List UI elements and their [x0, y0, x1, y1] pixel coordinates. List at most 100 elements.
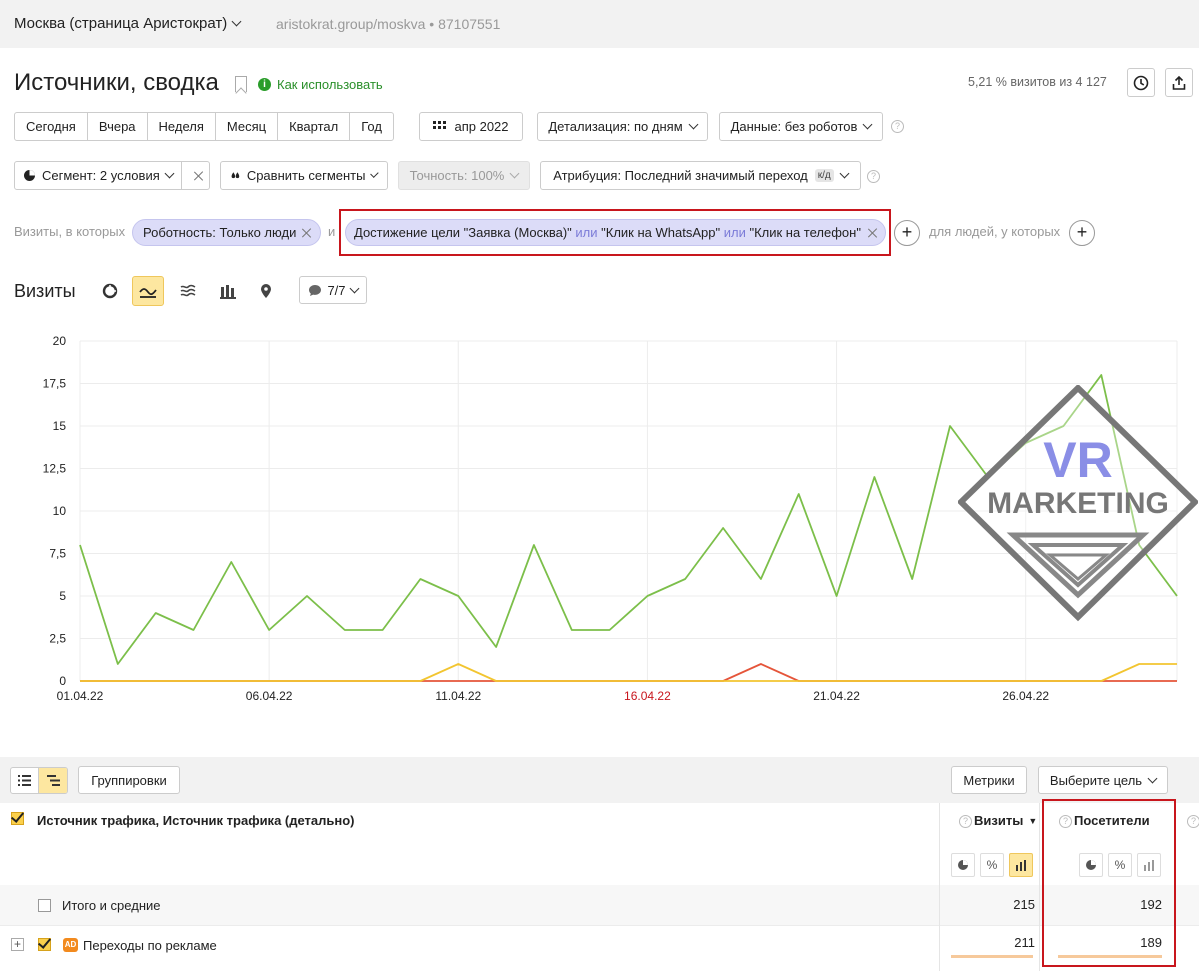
view-list-button[interactable]	[11, 768, 40, 793]
watermark-marketing: MARKETING	[987, 487, 1169, 520]
dimension-checkbox[interactable]	[11, 812, 24, 825]
area-chart-icon	[180, 284, 196, 297]
visits-share: 5,21 % визитов из 4 127	[968, 75, 1107, 89]
x-tick-label: 11.04.22	[435, 689, 481, 703]
bar-chart-icon	[220, 284, 236, 299]
row-checkbox[interactable]	[38, 938, 51, 951]
segment-clear-button[interactable]	[189, 162, 209, 189]
share-icon	[1172, 75, 1186, 90]
period-week[interactable]: Неделя	[148, 113, 216, 140]
x-tick-label: 01.04.22	[57, 689, 104, 703]
drops-icon	[231, 172, 240, 179]
filters-prefix: Визиты, в которых	[14, 224, 126, 239]
vr-marketing-watermark: VR MARKETING	[958, 385, 1198, 622]
expand-icon[interactable]: +	[11, 938, 24, 951]
help-icon[interactable]: ?	[891, 120, 904, 133]
help-icon[interactable]: ?	[959, 815, 972, 828]
line-chart-icon	[139, 288, 157, 298]
chart-type-area[interactable]	[172, 276, 204, 306]
period-quarter[interactable]: Квартал	[278, 113, 351, 140]
series-line	[80, 663, 1177, 682]
row-label: Переходы по рекламе	[83, 938, 217, 953]
view-tree-button[interactable]	[39, 768, 67, 793]
y-tick-label: 7,5	[49, 547, 66, 561]
close-icon[interactable]	[302, 228, 310, 238]
accuracy-dropdown[interactable]: Точность: 100%	[398, 161, 530, 190]
sort-desc-icon: ▼	[1028, 815, 1038, 826]
chevron-down-icon	[862, 119, 873, 130]
chevron-down-icon	[1147, 773, 1158, 783]
info-icon: i	[258, 78, 271, 91]
period-yesterday[interactable]: Вчера	[88, 113, 148, 140]
segment-control: Сегмент: 2 условия	[14, 161, 210, 190]
col-visits-header[interactable]: Визиты ▼	[974, 813, 1037, 828]
x-tick-label: 06.04.22	[246, 689, 293, 703]
attribution-dropdown[interactable]: Атрибуция: Последний значимый переход к/…	[540, 161, 861, 190]
goal-select-dropdown[interactable]: Выберите цель	[1038, 766, 1168, 794]
chart-type-line[interactable]	[132, 276, 164, 306]
series-line	[80, 663, 1177, 682]
export-button[interactable]	[1165, 68, 1193, 97]
chevron-down-icon	[164, 168, 175, 179]
data-mode-dropdown[interactable]: Данные: без роботов	[719, 112, 883, 141]
calendar-icon	[433, 120, 447, 129]
view-toggle	[10, 767, 68, 794]
chevron-down-icon	[839, 168, 850, 179]
compare-segments-dropdown[interactable]: Сравнить сегменты	[220, 161, 388, 190]
annotations-dropdown[interactable]: 7/7	[299, 276, 367, 304]
chart-type-map[interactable]	[250, 276, 282, 306]
page-title: Источники, сводка	[14, 69, 219, 96]
counter-name: Москва (страница Аристократ)	[14, 15, 228, 32]
comment-icon	[309, 284, 322, 296]
highlight-frame	[1042, 799, 1176, 967]
help-icon[interactable]: ?	[867, 170, 880, 183]
ad-badge-icon: AD	[63, 938, 78, 952]
y-tick-label: 5	[59, 589, 66, 603]
chart-type-pie[interactable]	[94, 276, 126, 306]
dimension-header: Источник трафика, Источник трафика (дета…	[37, 813, 355, 828]
y-tick-label: 15	[53, 419, 67, 433]
segment-dropdown[interactable]: Сегмент: 2 условия	[15, 162, 182, 189]
groupings-button[interactable]: Группировки	[78, 766, 180, 794]
chevron-down-icon	[509, 168, 520, 179]
y-tick-label: 0	[59, 674, 66, 688]
metrics-button[interactable]: Метрики	[951, 766, 1027, 794]
visits-view-bars[interactable]	[1009, 853, 1033, 877]
column-divider	[1039, 803, 1040, 971]
tree-icon	[46, 775, 60, 786]
pie-icon	[958, 860, 968, 870]
chart-type-bar[interactable]	[212, 276, 244, 306]
pie-icon	[24, 170, 35, 181]
column-divider	[939, 803, 940, 971]
bookmark-icon[interactable]	[235, 76, 247, 92]
bars-icon	[1016, 859, 1026, 871]
period-month[interactable]: Месяц	[216, 113, 279, 140]
chevron-down-icon	[370, 169, 379, 178]
filter-chip-robots[interactable]: Роботность: Только люди	[132, 219, 321, 246]
y-tick-label: 12,5	[43, 462, 67, 476]
row-checkbox[interactable]	[38, 899, 51, 912]
add-filter-button[interactable]: +	[894, 220, 920, 246]
period-year[interactable]: Год	[350, 113, 393, 140]
history-button[interactable]	[1127, 68, 1155, 97]
map-pin-icon	[261, 284, 271, 298]
period-today[interactable]: Сегодня	[15, 113, 88, 140]
visits-view-pie[interactable]	[951, 853, 975, 877]
help-icon[interactable]: ?	[1187, 815, 1199, 828]
visits-share-bar	[951, 955, 1033, 958]
cell-visits: 211	[1014, 935, 1035, 950]
y-tick-label: 17,5	[43, 377, 67, 391]
counter-url: aristokrat.group/moskva • 87107551	[276, 16, 501, 32]
x-tick-label: 26.04.22	[1002, 689, 1049, 703]
list-icon	[18, 775, 31, 786]
detail-dropdown[interactable]: Детализация: по дням	[537, 112, 708, 141]
how-to-use-link[interactable]: i Как использовать	[258, 77, 383, 92]
date-range-button[interactable]: апр 2022	[419, 112, 523, 141]
y-tick-label: 10	[53, 504, 67, 518]
filter-people-text: для людей, у которых	[929, 224, 1061, 239]
counter-selector[interactable]: Москва (страница Аристократ)	[14, 15, 242, 32]
highlight-frame	[339, 209, 891, 256]
filter-and: и	[328, 224, 336, 239]
visits-view-percent[interactable]: %	[980, 853, 1004, 877]
add-people-filter-button[interactable]: +	[1069, 220, 1095, 246]
